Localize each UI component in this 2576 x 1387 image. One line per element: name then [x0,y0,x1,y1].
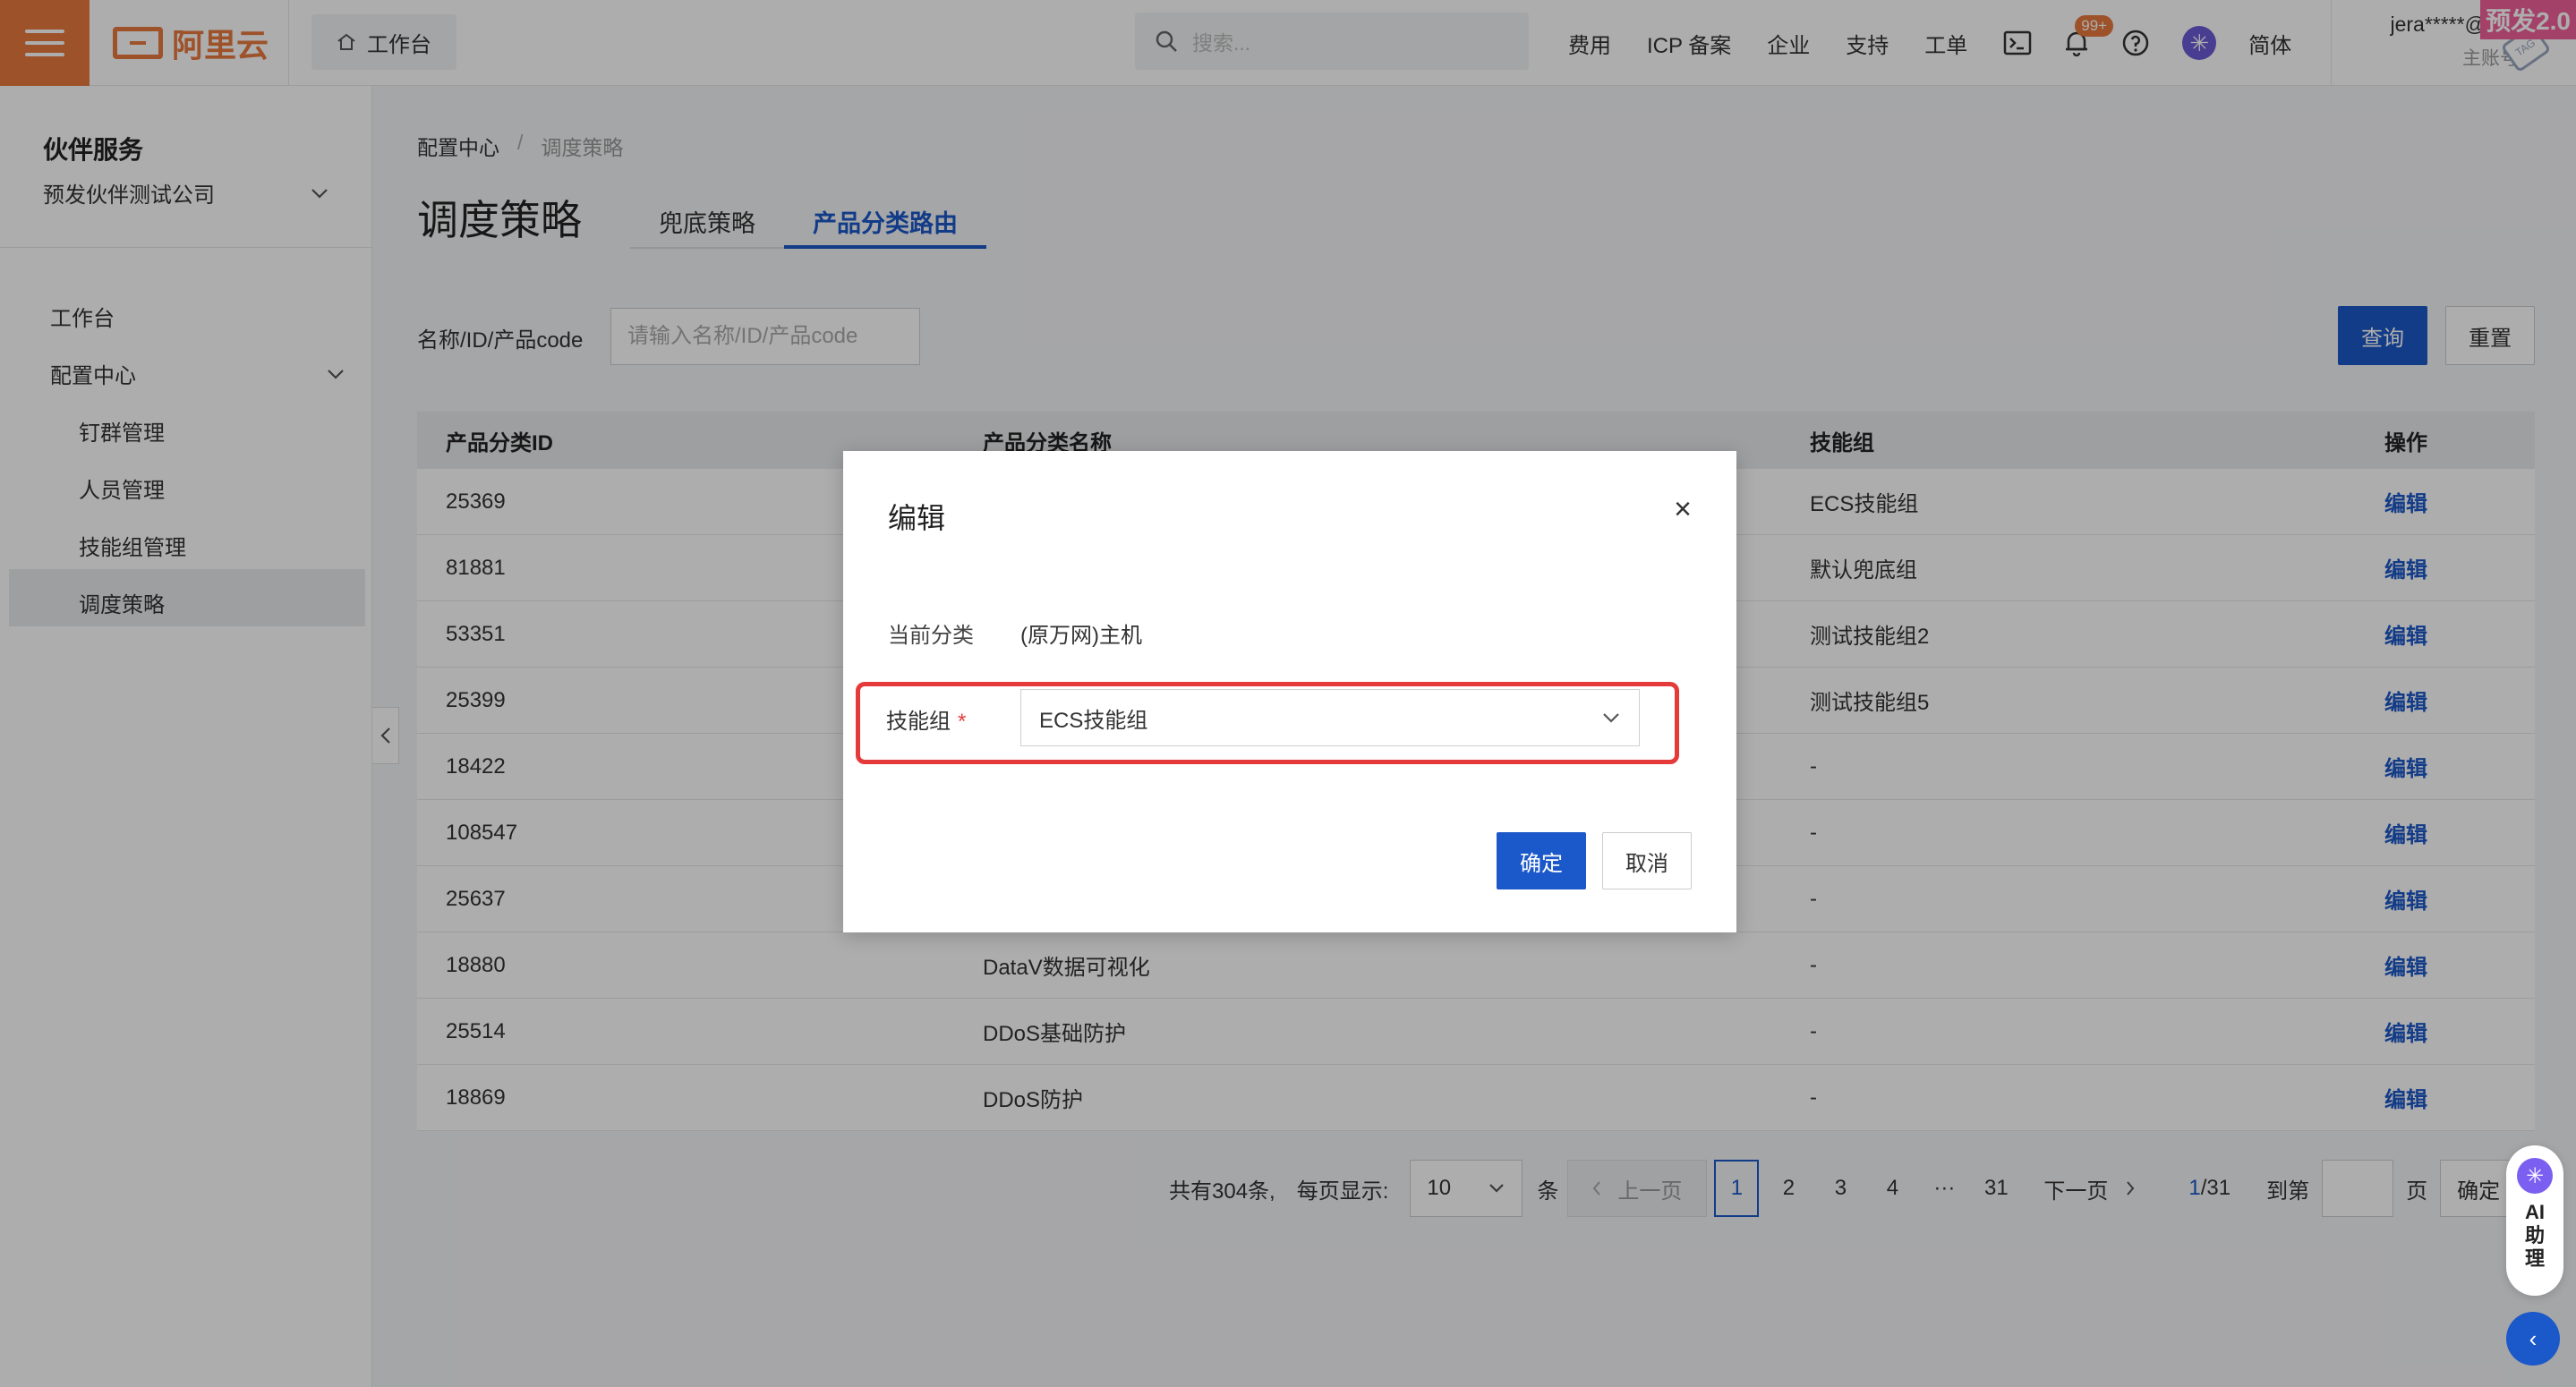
skill-group-value: ECS技能组 [1039,708,1148,733]
ai-assistant-button[interactable]: ✳ AI助理 [2506,1145,2563,1296]
cancel-button[interactable]: 取消 [1602,832,1692,889]
chevron-down-icon [1603,713,1619,723]
dialog-title: 编辑 [888,502,946,534]
ai-logo-icon: ✳ [2517,1158,2553,1194]
edit-dialog: 编辑 × 当前分类 (原万网)主机 技能组 * ECS技能组 确定 取消 [843,451,1736,932]
current-category-value: (原万网)主机 [1020,624,1142,648]
current-category-label: 当前分类 [888,624,974,648]
ai-assistant-label: AI助理 [2524,1201,2545,1270]
skill-group-select[interactable]: ECS技能组 [1020,689,1640,746]
chevron-left-icon[interactable]: ‹ [2506,1312,2560,1366]
close-icon[interactable]: × [1674,494,1692,524]
required-mark: * [958,710,967,734]
skill-group-label-text: 技能组 [886,710,951,734]
confirm-button[interactable]: 确定 [1497,832,1586,889]
skill-group-label: 技能组 * [886,703,966,735]
